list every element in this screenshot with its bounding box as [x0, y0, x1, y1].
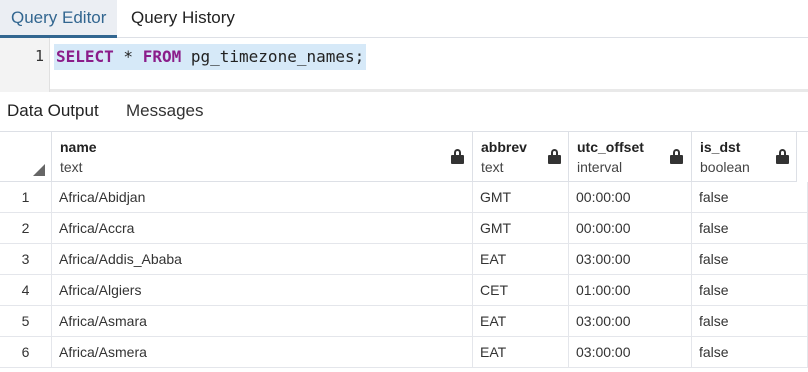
- cell-abbrev[interactable]: CET: [473, 275, 569, 306]
- row-number[interactable]: 2: [0, 213, 52, 244]
- cell-is-dst[interactable]: false: [692, 275, 808, 306]
- cell-is-dst[interactable]: false: [692, 306, 808, 337]
- table-row[interactable]: 6 Africa/Asmera EAT 03:00:00 false: [0, 337, 808, 368]
- column-type: interval: [577, 159, 623, 175]
- corner-triangle-icon: [33, 164, 45, 176]
- selected-code[interactable]: SELECT * FROM pg_timezone_names;: [54, 44, 367, 70]
- cell-utc-offset[interactable]: 03:00:00: [569, 337, 692, 368]
- row-number[interactable]: 4: [0, 275, 52, 306]
- table-row[interactable]: 5 Africa/Asmara EAT 03:00:00 false: [0, 306, 808, 337]
- cell-abbrev[interactable]: EAT: [473, 337, 569, 368]
- cell-name[interactable]: Africa/Asmara: [52, 306, 473, 337]
- column-header-abbrev[interactable]: abbrev text: [473, 132, 569, 182]
- tab-query-history[interactable]: Query History: [120, 0, 246, 38]
- cell-name[interactable]: Africa/Abidjan: [52, 182, 473, 213]
- cell-name[interactable]: Africa/Asmera: [52, 337, 473, 368]
- code-line[interactable]: SELECT * FROM pg_timezone_names;: [50, 44, 808, 70]
- cell-name[interactable]: Africa/Addis_Ababa: [52, 244, 473, 275]
- row-number[interactable]: 6: [0, 337, 52, 368]
- column-name: is_dst: [700, 139, 741, 155]
- cell-is-dst[interactable]: false: [692, 244, 808, 275]
- output-tab-bar: Data Output Messages: [0, 92, 808, 132]
- cell-abbrev[interactable]: GMT: [473, 213, 569, 244]
- row-number[interactable]: 5: [0, 306, 52, 337]
- cell-name[interactable]: Africa/Algiers: [52, 275, 473, 306]
- cell-utc-offset[interactable]: 00:00:00: [569, 182, 692, 213]
- keyword-token: SELECT: [56, 47, 114, 66]
- row-number[interactable]: 3: [0, 244, 52, 275]
- lock-icon: [548, 149, 561, 164]
- cell-utc-offset[interactable]: 00:00:00: [569, 213, 692, 244]
- cell-utc-offset[interactable]: 01:00:00: [569, 275, 692, 306]
- cell-abbrev[interactable]: EAT: [473, 244, 569, 275]
- line-number: 1: [34, 47, 44, 65]
- cell-abbrev[interactable]: GMT: [473, 182, 569, 213]
- table-row[interactable]: 3 Africa/Addis_Ababa EAT 03:00:00 false: [0, 244, 808, 275]
- keyword-token: FROM: [142, 47, 182, 66]
- table-row[interactable]: 1 Africa/Abidjan GMT 00:00:00 false: [0, 182, 808, 213]
- tab-messages[interactable]: Messages: [126, 101, 203, 121]
- cell-utc-offset[interactable]: 03:00:00: [569, 244, 692, 275]
- data-output-grid: name text abbrev text utc_offset interva…: [0, 132, 808, 372]
- lock-icon: [776, 149, 789, 164]
- tab-data-output[interactable]: Data Output: [7, 101, 99, 121]
- column-type: text: [60, 159, 83, 175]
- column-header-is-dst[interactable]: is_dst boolean: [692, 132, 797, 182]
- column-name: name: [60, 139, 97, 155]
- cell-is-dst[interactable]: false: [692, 337, 808, 368]
- column-header-utc-offset[interactable]: utc_offset interval: [569, 132, 692, 182]
- cell-utc-offset[interactable]: 03:00:00: [569, 306, 692, 337]
- cell-is-dst[interactable]: false: [692, 182, 808, 213]
- column-type: text: [481, 159, 504, 175]
- table-row[interactable]: 4 Africa/Algiers CET 01:00:00 false: [0, 275, 808, 306]
- column-name: utc_offset: [577, 139, 644, 155]
- table-row[interactable]: 2 Africa/Accra GMT 00:00:00 false: [0, 213, 808, 244]
- lock-icon: [670, 149, 683, 164]
- row-number-header[interactable]: [0, 132, 52, 182]
- code-token: pg_timezone_names;: [181, 47, 365, 66]
- cell-name[interactable]: Africa/Accra: [52, 213, 473, 244]
- column-header-name[interactable]: name text: [52, 132, 473, 182]
- lock-icon: [451, 149, 464, 164]
- code-token: *: [113, 47, 143, 66]
- column-name: abbrev: [481, 139, 527, 155]
- editor-tab-bar: Query Editor Query History: [0, 0, 808, 38]
- tab-query-editor[interactable]: Query Editor: [0, 0, 118, 38]
- cell-abbrev[interactable]: EAT: [473, 306, 569, 337]
- line-gutter: 1: [0, 38, 50, 92]
- sql-editor[interactable]: 1 SELECT * FROM pg_timezone_names;: [0, 38, 808, 92]
- row-number[interactable]: 1: [0, 182, 52, 213]
- cell-is-dst[interactable]: false: [692, 213, 808, 244]
- column-type: boolean: [700, 159, 750, 175]
